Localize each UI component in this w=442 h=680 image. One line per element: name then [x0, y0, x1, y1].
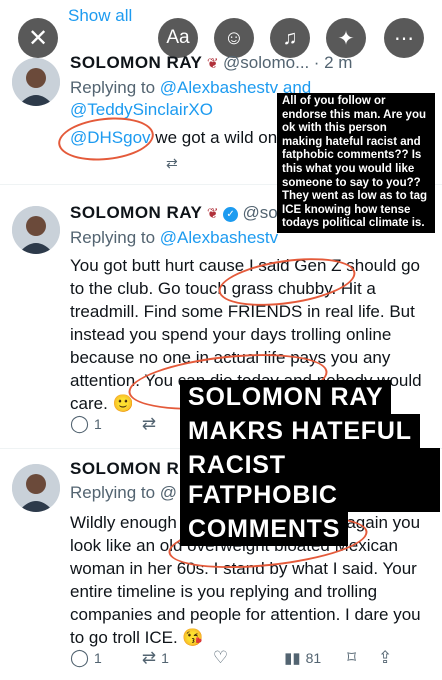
music-icon: ♫	[282, 26, 298, 49]
headline-line: SOLOMON RAY	[180, 380, 392, 414]
avatar[interactable]	[12, 206, 60, 254]
avatar[interactable]	[12, 464, 60, 512]
more-button[interactable]: ⋯	[384, 18, 424, 58]
headline-line: COMMENTS	[180, 512, 349, 546]
overlay-note: All of you follow or endorse this man. A…	[277, 93, 435, 233]
author-name[interactable]: SOLOMON RAY	[70, 203, 202, 222]
music-button[interactable]: ♫	[270, 18, 310, 58]
tweet-header: SOLOMON RAY ❦ ✓ @so	[70, 203, 278, 223]
replying-prefix: Replying to	[70, 78, 160, 97]
sticker-icon: ☺	[223, 26, 245, 49]
reply-count: 1	[94, 416, 102, 432]
close-icon: ✕	[27, 24, 49, 52]
mention-link[interactable]: @Alexbashestv	[160, 78, 278, 97]
tweet-line: instead you spend your days trolling onl…	[70, 325, 392, 344]
reply-button[interactable]: ◯ 1	[70, 414, 102, 434]
views-button[interactable]: ▮▮ 81	[284, 649, 321, 667]
retweet-button[interactable]: ⇄	[142, 414, 156, 434]
replying-to: Replying to @Alexbashestv	[70, 227, 278, 249]
mention-link[interactable]: @TeddySinclairXO	[70, 100, 213, 119]
overlay-headline: SOLOMON RAY MAKRS HATEFUL RACIST FATPHOB…	[180, 380, 440, 546]
reply-icon: ◯	[70, 414, 90, 433]
avatar[interactable]	[12, 58, 60, 106]
text-tool-button[interactable]: Aa	[158, 18, 198, 58]
rose-icon: ❦	[206, 205, 219, 221]
profile-photo	[12, 206, 60, 254]
share-button[interactable]: ⇪	[378, 648, 392, 668]
author-name[interactable]: SOLOMON RA	[70, 459, 192, 478]
bookmark-button[interactable]: ⌑	[347, 648, 356, 668]
share-icon: ⇪	[377, 648, 393, 667]
author-handle[interactable]: @so	[242, 203, 277, 222]
views-icon: ▮▮	[284, 650, 301, 667]
tweet-line: companies and people for attention. I da…	[70, 605, 421, 624]
tweet-actions: ◯ 1 ⇄ 1 ♡ ▮▮ 81 ⌑ ⇪	[70, 648, 400, 668]
sparkles-icon: ✦	[337, 27, 355, 50]
bookmark-icon: ⌑	[347, 648, 356, 667]
author-handle[interactable]: @solomo...	[223, 53, 309, 72]
retweet-count: 1	[161, 650, 169, 666]
like-button[interactable]: ♡	[213, 648, 228, 668]
retweet-icon: ⇄	[141, 648, 157, 667]
replying-prefix: Replying to	[70, 228, 160, 247]
reply-icon: ◯	[70, 648, 90, 667]
reply-button[interactable]: ⇄	[166, 155, 178, 172]
heart-icon: ♡	[212, 648, 229, 667]
tweet-header: SOLOMON RAY ❦ @solomo... · 2 m	[70, 53, 352, 73]
close-button[interactable]: ✕	[18, 18, 58, 58]
profile-photo	[12, 58, 60, 106]
reply-button[interactable]: ◯ 1	[70, 648, 102, 668]
verified-icon: ✓	[223, 207, 239, 222]
mention-link[interactable]: @Alexbashestv	[160, 228, 278, 247]
retweet-icon: ⇄	[141, 414, 157, 433]
tweet-actions: ◯ 1 ⇄	[70, 414, 156, 434]
rose-icon: ❦	[206, 55, 219, 71]
profile-photo	[12, 464, 60, 512]
tweet-line: to go troll ICE. 😘	[70, 628, 204, 647]
retweet-button[interactable]: ⇄ 1	[142, 648, 169, 668]
replying-prefix: Replying to @	[70, 483, 178, 502]
reply-count: 1	[94, 650, 102, 666]
tweet-line: entire timeline is you replying and trol…	[70, 582, 378, 601]
view-count: 81	[305, 650, 322, 666]
more-icon: ⋯	[394, 27, 414, 50]
tweet-time: · 2 m	[313, 53, 353, 72]
replying-to: Replying to @	[70, 482, 177, 504]
text-icon: Aa	[166, 27, 190, 48]
headline-line: MAKRS HATEFUL	[180, 414, 420, 448]
effects-button[interactable]: ✦	[326, 18, 366, 58]
author-name[interactable]: SOLOMON RAY	[70, 53, 202, 72]
headline-line: RACIST FATPHOBIC	[180, 448, 440, 512]
tweet-text-content: we got a wild one	[150, 128, 287, 147]
sticker-button[interactable]: ☺	[214, 18, 254, 58]
tweet-header: SOLOMON RA	[70, 459, 192, 479]
retweet-icon: ⇄	[166, 155, 178, 171]
show-all-link[interactable]: Show all	[68, 6, 132, 26]
